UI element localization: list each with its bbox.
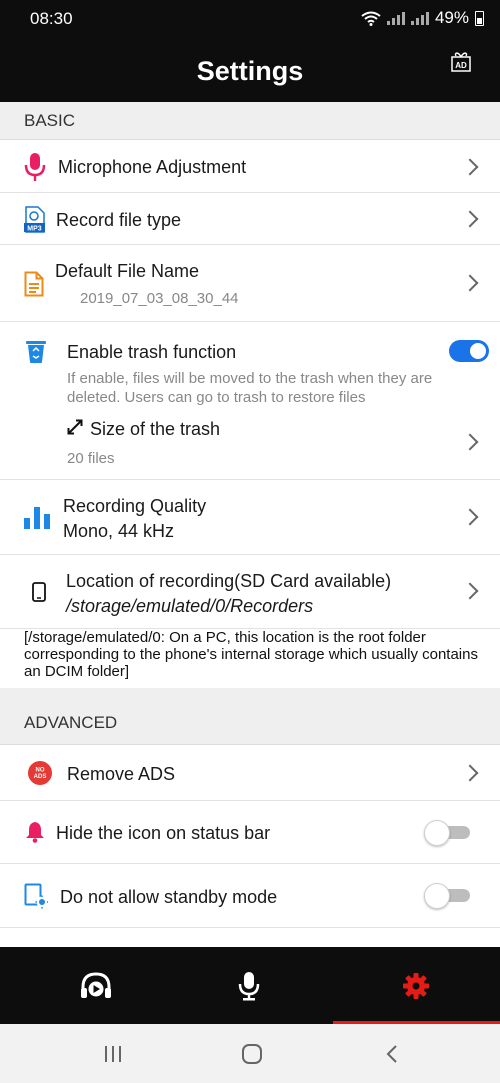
screen-awake-icon [24,883,48,909]
microphone-adjustment-label: Microphone Adjustment [58,157,247,177]
status-bar: 08:30 49% [0,0,500,38]
app-bar: Settings AD [0,38,500,102]
no-ads-icon-top: NO [36,768,45,774]
back-icon [386,1044,397,1063]
recent-apps-icon [105,1045,121,1062]
battery-percent: 49% [434,8,469,27]
microphone-icon [24,153,46,181]
gear-icon [403,972,429,999]
chevron-right-icon [461,158,479,176]
no-ads-icon: NO ADS [28,761,52,785]
recording-quality-row[interactable]: Recording Quality Mono, 44 kHz [0,480,500,555]
chevron-right-icon [461,582,479,600]
chevron-right-icon [461,433,479,451]
record-file-type-label: Record file type [56,210,182,230]
standby-mode-label: Do not allow standby mode [60,887,278,907]
record-file-type-row[interactable]: MP3 Record file type [0,193,500,245]
trash-size-value: 20 files [67,450,115,467]
home-button[interactable] [212,1024,292,1083]
remove-ads-label: Remove ADS [67,764,176,784]
recording-quality-value: Mono, 44 kHz [63,521,175,541]
section-header-advanced: ADVANCED [0,700,500,745]
no-ads-icon-bottom: ADS [34,774,47,780]
system-navigation-bar [0,1024,500,1083]
document-icon [24,271,44,297]
signal-icon-2 [410,11,429,25]
microphone-adjustment-row[interactable]: Microphone Adjustment [0,140,500,193]
trash-size-label: Size of the trash [90,419,221,439]
default-file-name-value: 2019_07_03_08_30_44 [80,290,239,307]
battery-icon [475,10,484,26]
storage-location-note: [/storage/emulated/0: On a PC, this loca… [24,629,478,680]
trash-description-line1: If enable, files will be moved to the tr… [67,370,433,387]
nav-settings[interactable] [333,947,499,1024]
hide-status-icon-label: Hide the icon on status bar [56,823,271,843]
chevron-right-icon [461,210,479,228]
hide-status-icon-row: Hide the icon on status bar [0,801,500,864]
remove-ads-row[interactable]: NO ADS Remove ADS [0,745,500,801]
trash-icon [26,341,46,363]
chevron-right-icon [461,274,479,292]
ad-gift-icon[interactable]: AD [450,50,472,72]
home-icon [242,1043,262,1064]
enable-trash-label: Enable trash function [67,342,237,362]
standby-mode-row: Do not allow standby mode [0,864,500,928]
recording-location-row[interactable]: Location of recording(SD Card available)… [0,555,500,629]
mp3-file-icon: MP3 [24,206,45,233]
enable-trash-toggle[interactable] [449,340,489,362]
recording-location-path: /storage/emulated/0/Recorders [66,596,314,616]
page-title: Settings [196,56,304,86]
phone-icon [32,582,46,602]
bar-chart-icon [24,507,50,529]
trash-size-item[interactable]: Size of the trash 20 files [60,414,500,476]
nav-player[interactable] [13,947,179,1024]
back-button[interactable] [352,1024,432,1083]
microphone-icon [238,971,260,1000]
recording-location-label: Location of recording(SD Card available) [66,571,392,591]
chevron-right-icon [461,508,479,526]
signal-icon [386,11,405,25]
ad-icon-label: AD [455,61,467,70]
status-icons: 49% [361,8,484,28]
trash-settings-row: Enable trash function If enable, files w… [0,322,500,480]
headphones-play-icon [81,971,111,998]
section-spacer [0,688,500,700]
status-time: 08:30 [30,9,73,28]
section-header-basic: BASIC [0,102,500,140]
resize-arrows-icon [67,419,83,435]
default-file-name-label: Default File Name [55,261,200,281]
bottom-navigation [0,947,500,1024]
default-file-name-row[interactable]: Default File Name 2019_07_03_08_30_44 [0,245,500,322]
wifi-icon [361,11,381,26]
standby-mode-toggle[interactable] [424,883,470,909]
hide-status-icon-toggle[interactable] [424,820,470,846]
bell-icon [26,822,44,843]
recent-apps-button[interactable] [73,1024,153,1083]
mp3-icon-label: MP3 [27,226,42,233]
trash-description-line2: deleted. Users can go to trash to restor… [67,389,366,406]
chevron-right-icon [461,764,479,782]
recording-quality-label: Recording Quality [63,496,207,516]
nav-record[interactable] [166,947,332,1024]
